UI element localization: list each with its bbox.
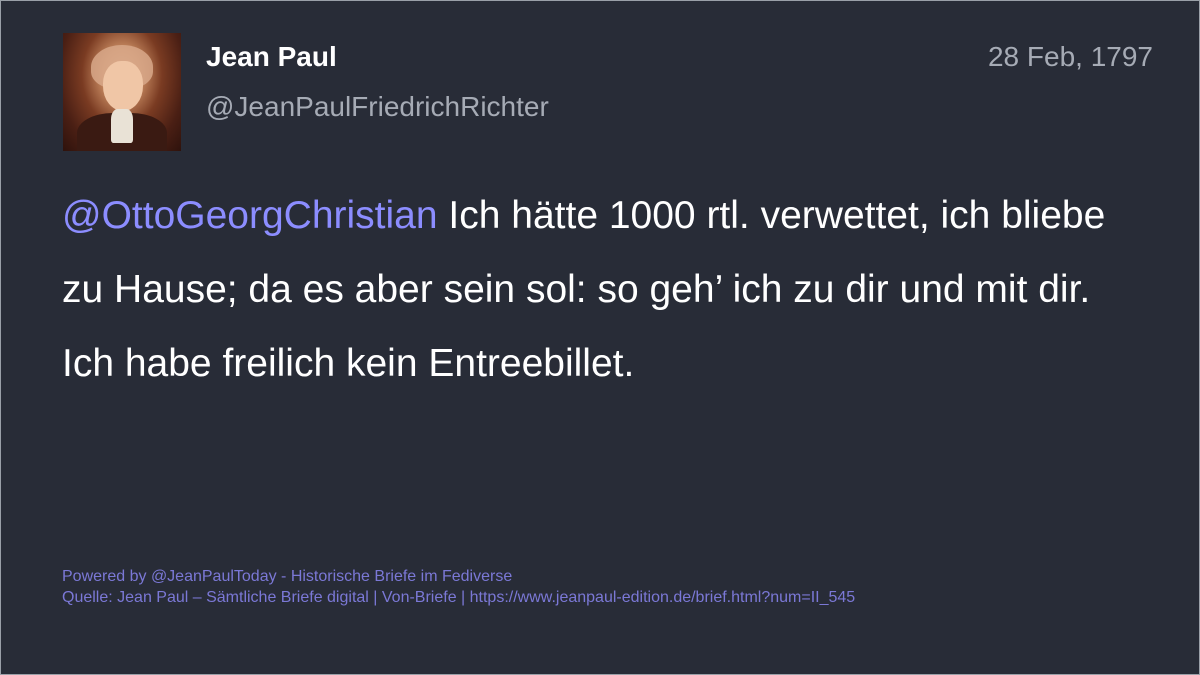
author-handle[interactable]: @JeanPaulFriedrichRichter: [206, 91, 549, 123]
post-text: @OttoGeorgChristian Ich hätte 1000 rtl. …: [62, 179, 1142, 401]
author-name[interactable]: Jean Paul: [206, 41, 337, 73]
source-line[interactable]: Quelle: Jean Paul – Sämtliche Briefe dig…: [62, 587, 855, 608]
mention-link[interactable]: @OttoGeorgChristian: [62, 194, 438, 237]
avatar-face: [103, 61, 143, 111]
avatar-collar: [111, 109, 133, 143]
footer: Powered by @JeanPaulToday - Historische …: [62, 566, 855, 608]
post-date: 28 Feb, 1797: [987, 41, 1153, 72]
powered-by-line[interactable]: Powered by @JeanPaulToday - Historische …: [62, 566, 855, 587]
post-card: Jean Paul @JeanPaulFriedrichRichter 28 F…: [0, 0, 1200, 675]
author-avatar[interactable]: [63, 33, 181, 151]
